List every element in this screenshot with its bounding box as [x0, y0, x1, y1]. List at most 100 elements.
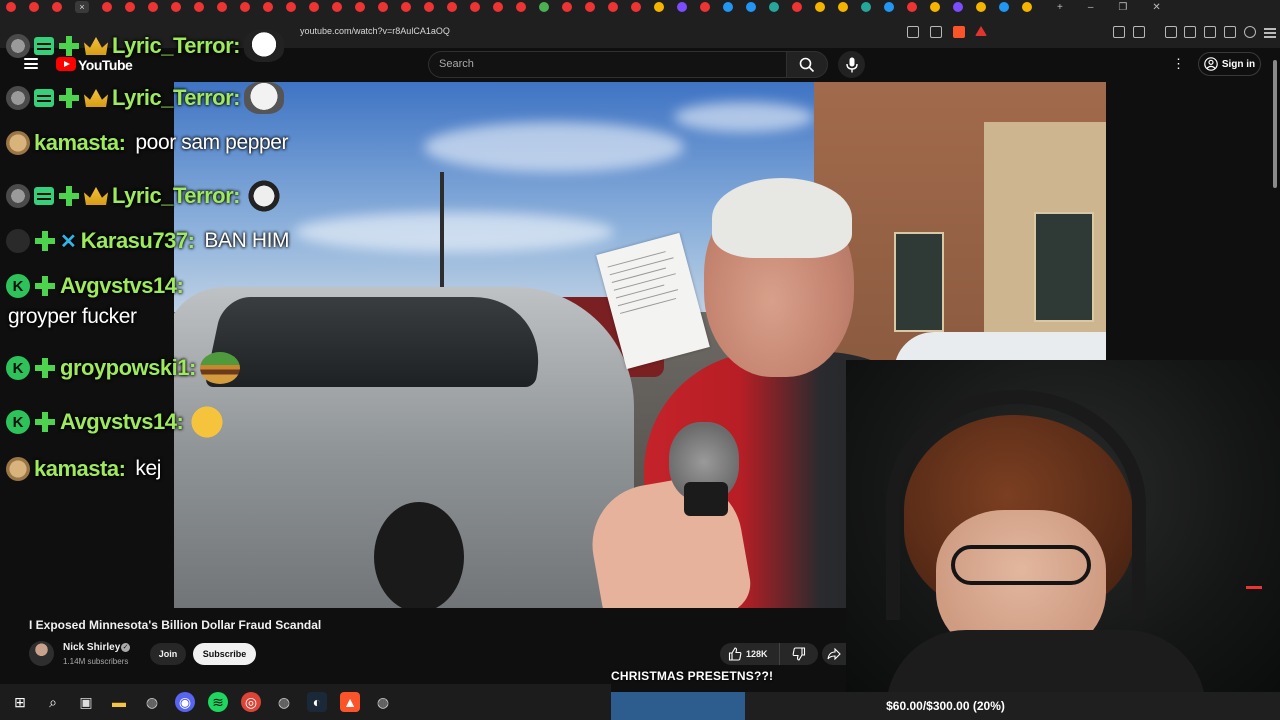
- search-input[interactable]: Search: [428, 51, 786, 78]
- browser-tab-favicon[interactable]: [125, 2, 135, 12]
- taskbar-app-icon[interactable]: ◍: [274, 692, 294, 712]
- active-tab-close-icon[interactable]: ×: [75, 1, 89, 13]
- chat-user-avatar: [6, 457, 30, 481]
- channel-avatar[interactable]: [29, 641, 54, 666]
- taskbar-discord-icon[interactable]: ◉: [175, 692, 195, 712]
- taskbar-steam-icon[interactable]: ◐: [307, 692, 327, 712]
- browser-tab-favicon[interactable]: [769, 2, 779, 12]
- page-scrollbar[interactable]: [1273, 60, 1277, 188]
- browser-tab-favicon[interactable]: [539, 2, 549, 12]
- chat-username[interactable]: Avgvstvs14:: [60, 409, 184, 435]
- subscribe-button[interactable]: Subscribe: [193, 643, 256, 665]
- browser-tab-favicon[interactable]: [999, 2, 1009, 12]
- browser-tab-favicon[interactable]: [746, 2, 756, 12]
- taskbar-search-icon[interactable]: ⌕: [43, 692, 63, 712]
- chat-username[interactable]: kamasta:: [34, 130, 126, 156]
- browser-tab-favicon[interactable]: [976, 2, 986, 12]
- more-options-icon[interactable]: ⋮: [1172, 57, 1185, 70]
- share-page-icon[interactable]: [930, 26, 942, 38]
- browser-tab-favicon[interactable]: [953, 2, 963, 12]
- sidebar-panel-icon[interactable]: [1133, 26, 1145, 38]
- browser-tab-favicon[interactable]: [447, 2, 457, 12]
- browser-tab-favicon[interactable]: [332, 2, 342, 12]
- reader-icon[interactable]: [1184, 26, 1196, 38]
- restore-button[interactable]: ❐: [1118, 2, 1127, 13]
- minimize-button[interactable]: –: [1088, 2, 1094, 13]
- browser-tab-favicon[interactable]: [29, 2, 39, 12]
- taskbar-task-view-icon[interactable]: ▣: [76, 692, 96, 712]
- browser-tab-favicon[interactable]: [493, 2, 503, 12]
- browser-menu-icon[interactable]: [1264, 26, 1276, 38]
- cast-icon[interactable]: [907, 26, 919, 38]
- browser-tab-favicon[interactable]: [263, 2, 273, 12]
- browser-tab-favicon[interactable]: [884, 2, 894, 12]
- browser-tab-favicon[interactable]: [838, 2, 848, 12]
- browser-tab-favicon[interactable]: [194, 2, 204, 12]
- taskbar-spotify-icon[interactable]: ≋: [208, 692, 228, 712]
- browser-tab-favicon[interactable]: [470, 2, 480, 12]
- browser-tab-favicon[interactable]: [286, 2, 296, 12]
- browser-tab-favicon[interactable]: [1022, 2, 1032, 12]
- browser-tab-favicon[interactable]: [309, 2, 319, 12]
- taskbar-windows-icon[interactable]: ⊞: [10, 692, 30, 712]
- new-tab-button[interactable]: +: [1057, 2, 1063, 13]
- browser-tab-favicon[interactable]: [562, 2, 572, 12]
- browser-tab-favicon[interactable]: [52, 2, 62, 12]
- extensions-icon[interactable]: [1113, 26, 1125, 38]
- browser-tab-favicon[interactable]: [240, 2, 250, 12]
- chat-message: K Avgvstvs14:: [6, 273, 184, 299]
- chat-username[interactable]: Avgvstvs14:: [60, 273, 184, 299]
- like-button[interactable]: 128K: [720, 643, 780, 665]
- channel-name[interactable]: Nick Shirley: [63, 642, 120, 653]
- chat-username[interactable]: Lyric_Terror:: [112, 183, 241, 209]
- browser-tab-favicon[interactable]: [6, 2, 16, 12]
- browser-tab-favicon[interactable]: [217, 2, 227, 12]
- close-window-button[interactable]: ✕: [1152, 2, 1160, 13]
- browser-tab-favicon[interactable]: [608, 2, 618, 12]
- browser-tab-favicon[interactable]: [907, 2, 917, 12]
- browser-tab-favicon[interactable]: [424, 2, 434, 12]
- browser-tab-favicon[interactable]: [815, 2, 825, 12]
- browser-tab-favicon[interactable]: [148, 2, 158, 12]
- browser-tab-favicon[interactable]: [171, 2, 181, 12]
- taskbar-chrome-icon[interactable]: ◎: [241, 692, 261, 712]
- join-button[interactable]: Join: [150, 643, 186, 665]
- browser-tab-favicon[interactable]: [792, 2, 802, 12]
- browser-tab-favicon[interactable]: [401, 2, 411, 12]
- browser-tab-favicon[interactable]: [378, 2, 388, 12]
- video-man-hair: [712, 178, 852, 258]
- chat-username[interactable]: Karasu737:: [81, 228, 195, 254]
- search-button[interactable]: [786, 51, 828, 78]
- taskbar-brave-icon[interactable]: ▲: [340, 692, 360, 712]
- wallet-icon[interactable]: [1204, 26, 1216, 38]
- browser-tab-favicon[interactable]: [861, 2, 871, 12]
- taskbar-app-icon[interactable]: ◍: [373, 692, 393, 712]
- plus-badge-icon: [58, 185, 80, 207]
- chat-username[interactable]: Lyric_Terror:: [112, 85, 241, 111]
- browser-tab-favicon[interactable]: [102, 2, 112, 12]
- crown-badge-icon: [84, 89, 108, 107]
- brave-rewards-icon[interactable]: [975, 26, 987, 36]
- browser-tab-favicon[interactable]: [631, 2, 641, 12]
- browser-tab-favicon[interactable]: [723, 2, 733, 12]
- browser-tab-favicon[interactable]: [585, 2, 595, 12]
- vpn-icon[interactable]: [1244, 26, 1256, 38]
- share-button[interactable]: [822, 643, 846, 665]
- brave-shields-icon[interactable]: [953, 26, 965, 38]
- chat-username[interactable]: groypowski1:: [60, 355, 196, 381]
- chat-username[interactable]: kamasta:: [34, 456, 126, 482]
- media-icon[interactable]: [1165, 26, 1177, 38]
- dislike-button[interactable]: [780, 643, 818, 665]
- browser-tab-favicon[interactable]: [654, 2, 664, 12]
- download-icon[interactable]: [1224, 26, 1236, 38]
- chat-username[interactable]: Lyric_Terror:: [112, 33, 241, 59]
- browser-tab-favicon[interactable]: [700, 2, 710, 12]
- voice-search-button[interactable]: [838, 51, 865, 78]
- browser-tab-favicon[interactable]: [677, 2, 687, 12]
- browser-tab-favicon[interactable]: [930, 2, 940, 12]
- taskbar-app-icon[interactable]: ◍: [142, 692, 162, 712]
- browser-tab-favicon[interactable]: [516, 2, 526, 12]
- sign-in-button[interactable]: Sign in: [1198, 52, 1261, 76]
- browser-tab-favicon[interactable]: [355, 2, 365, 12]
- taskbar-file-explorer-icon[interactable]: ▬: [109, 692, 129, 712]
